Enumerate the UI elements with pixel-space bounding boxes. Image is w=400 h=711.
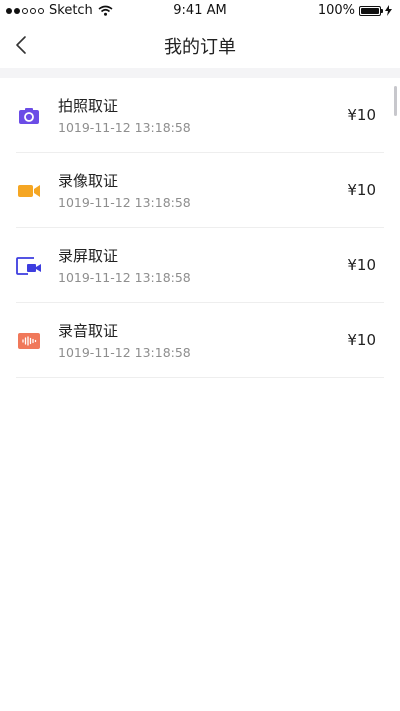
order-time: 1019-11-12 13:18:58 [58,195,191,210]
order-item[interactable]: 拍照取证 1019-11-12 13:18:58 ¥10 [0,78,400,153]
page-title: 我的订单 [164,37,236,58]
status-bar-right: 100% [318,3,392,18]
order-price: ¥10 [347,181,376,199]
order-time: 1019-11-12 13:18:58 [58,270,191,285]
battery-percentage: 100% [317,3,355,18]
camera-icon [19,108,39,124]
charging-icon [385,5,392,16]
order-title: 录像取证 [58,172,119,190]
order-price: ¥10 [347,331,376,349]
navigation-bar: 我的订单 [0,22,400,68]
order-title: 录音取证 [58,322,119,340]
order-item[interactable]: 录音取证 1019-11-12 13:18:58 ¥10 [0,303,400,378]
order-title: 录屏取证 [58,247,119,265]
screen: Sketch 9:41 AM 100% 我的订单 拍照取证 1019-11-12… [0,0,400,711]
order-title: 拍照取证 [58,97,119,115]
order-list: 拍照取证 1019-11-12 13:18:58 ¥10 录像取证 1019-1… [0,78,400,378]
order-item[interactable]: 录屏取证 1019-11-12 13:18:58 ¥10 [0,228,400,303]
order-item[interactable]: 录像取证 1019-11-12 13:18:58 ¥10 [0,153,400,228]
battery-icon [359,5,383,16]
audio-wave-icon [18,333,40,349]
status-bar: Sketch 9:41 AM 100% [0,0,400,22]
scrollbar[interactable] [394,86,397,116]
order-price: ¥10 [347,106,376,124]
order-price: ¥10 [347,256,376,274]
order-time: 1019-11-12 13:18:58 [58,345,191,360]
video-camera-icon [18,185,40,197]
divider [16,377,384,378]
order-time: 1019-11-12 13:18:58 [58,120,191,135]
screen-record-icon [16,257,41,275]
section-separator [0,68,400,78]
